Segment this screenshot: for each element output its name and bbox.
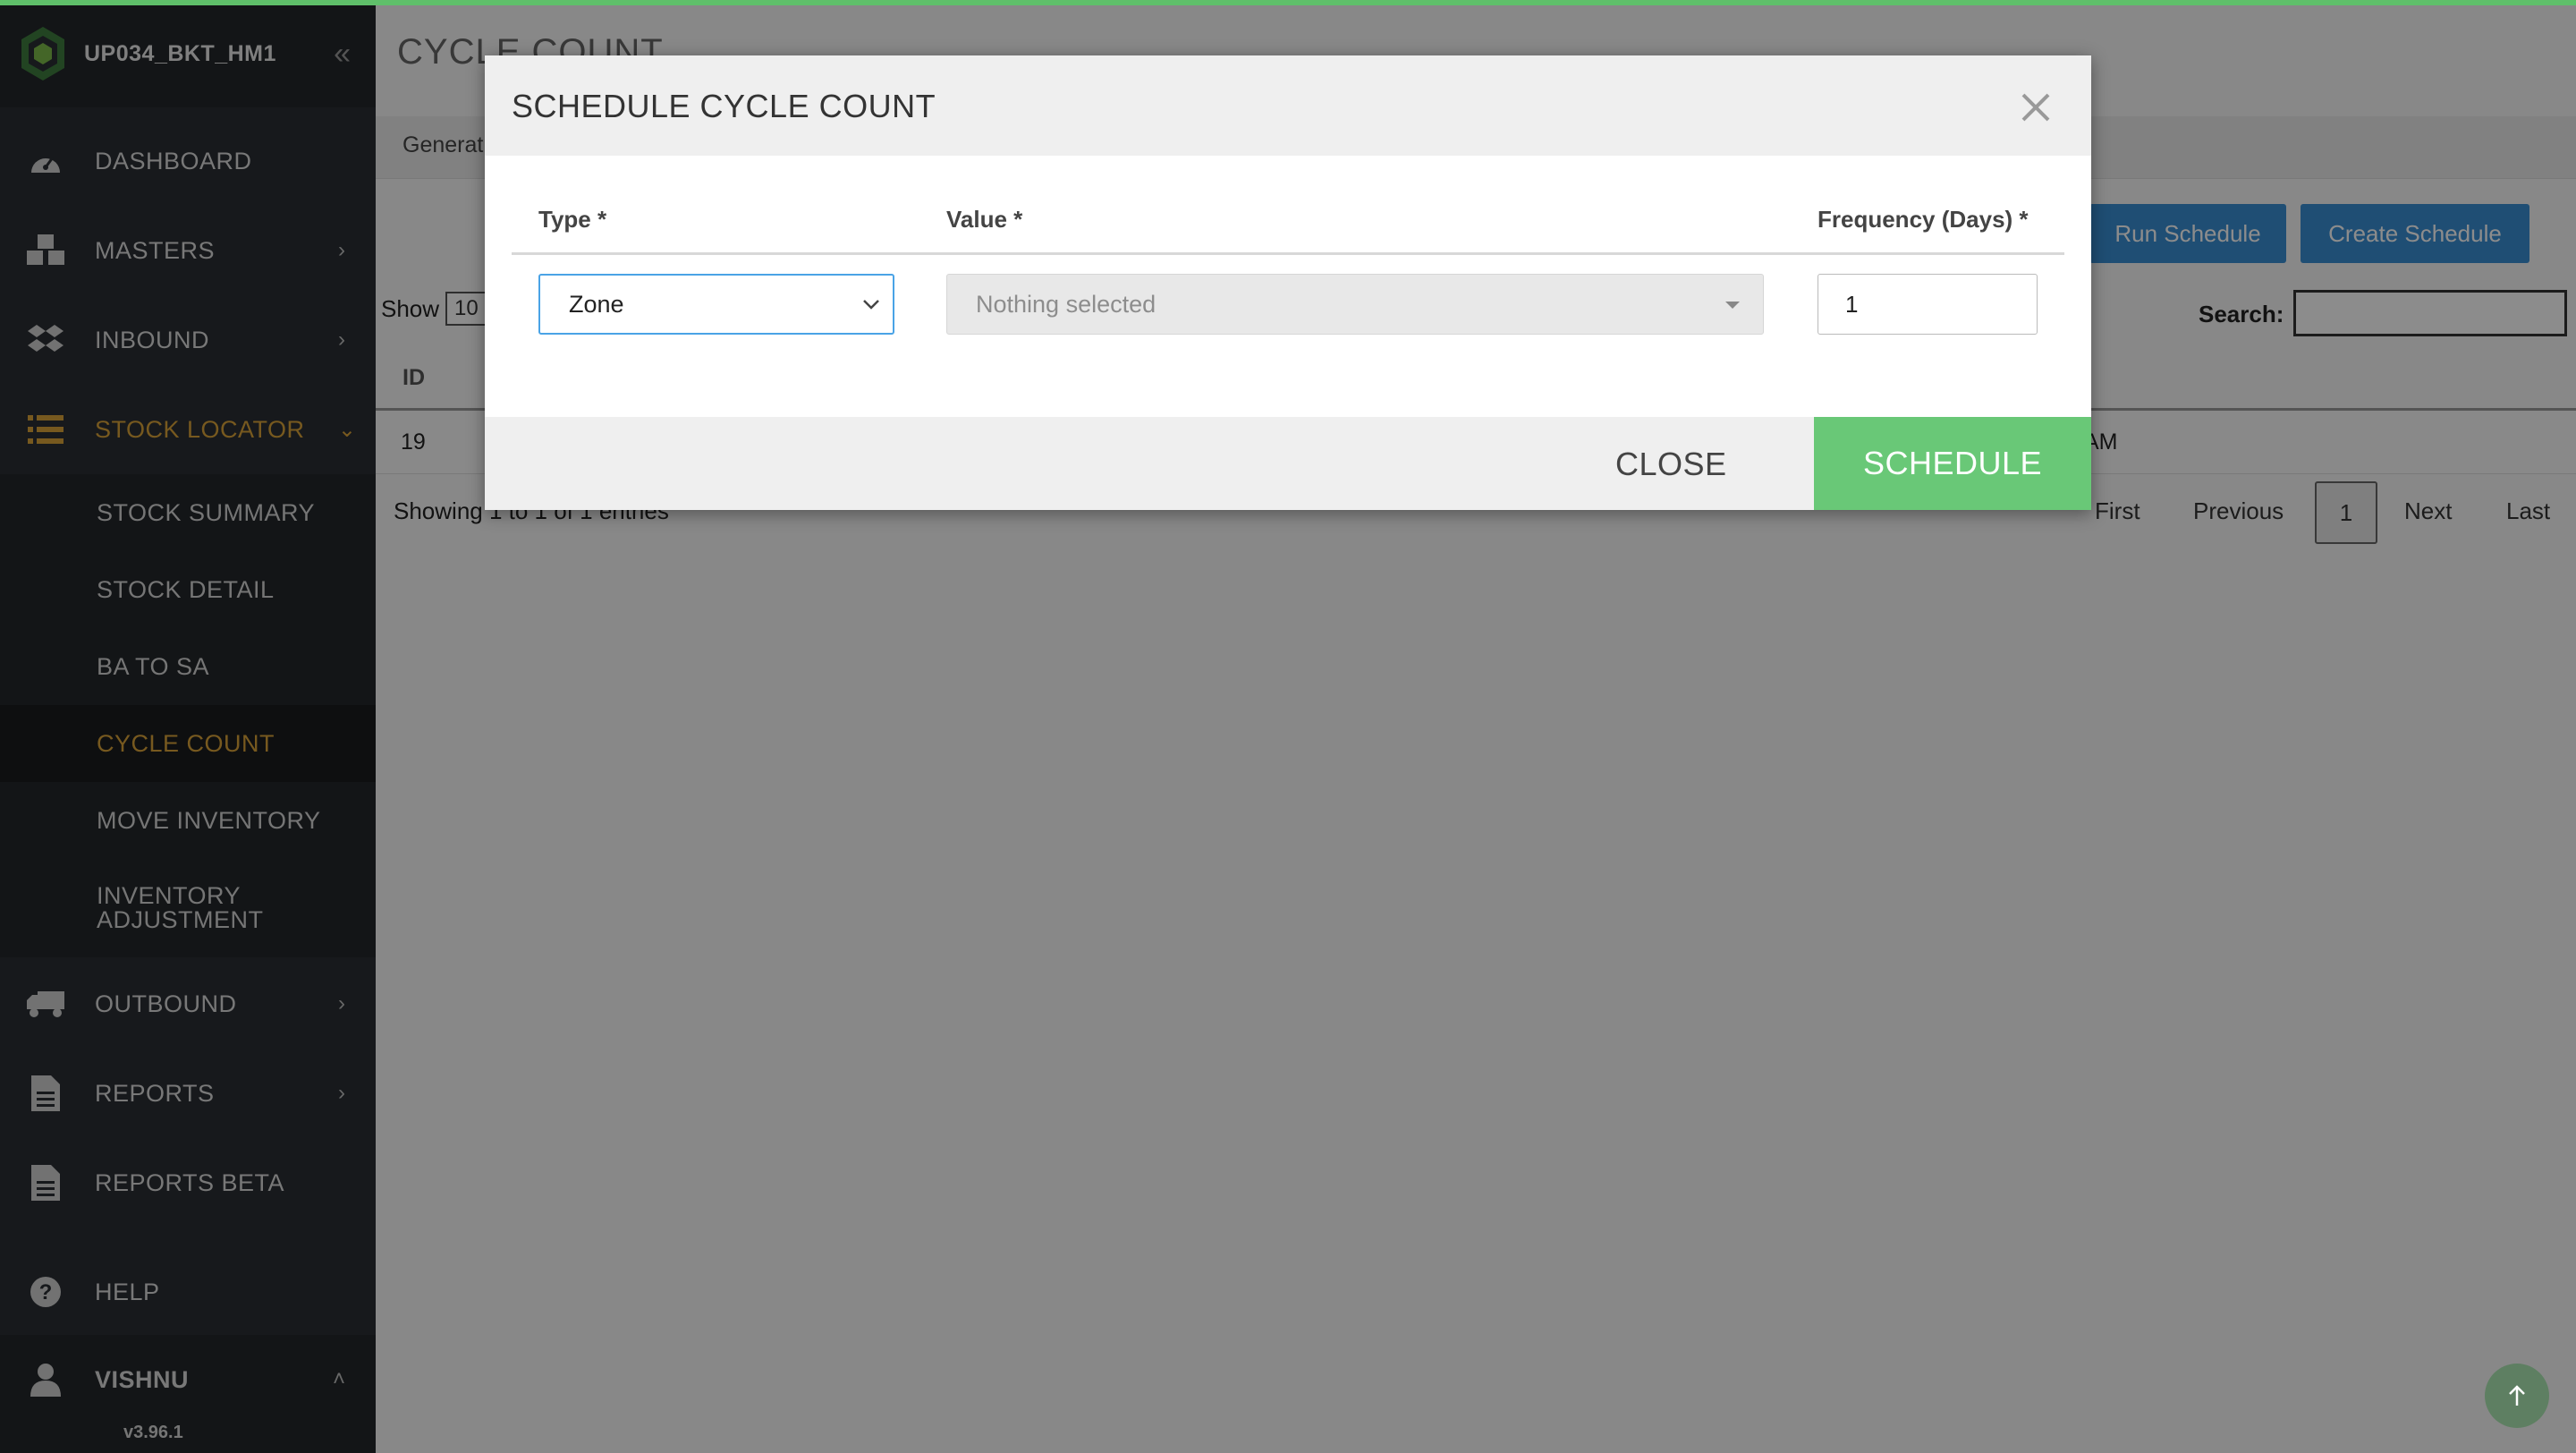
chevron-down-icon <box>863 300 879 310</box>
modal-title: SCHEDULE CYCLE COUNT <box>512 88 936 124</box>
frequency-input[interactable]: 1 <box>1818 274 2038 335</box>
value-label: Value * <box>946 206 1023 233</box>
modal-header-divider <box>512 252 2064 255</box>
schedule-button[interactable]: SCHEDULE <box>1814 417 2091 510</box>
type-select-value: Zone <box>569 290 624 318</box>
dropdown-caret-icon <box>1725 302 1740 309</box>
arrow-up-icon <box>2509 1385 2525 1406</box>
frequency-label: Frequency (Days) * <box>1818 206 2029 233</box>
back-to-top-button[interactable] <box>2485 1364 2549 1428</box>
close-icon[interactable] <box>2018 89 2054 125</box>
value-select-placeholder: Nothing selected <box>976 290 1157 318</box>
schedule-cycle-count-modal: SCHEDULE CYCLE COUNT Type * Value * Freq… <box>485 55 2091 510</box>
value-select[interactable]: Nothing selected <box>946 274 1764 335</box>
type-label: Type * <box>538 206 607 233</box>
close-button[interactable]: CLOSE <box>1615 446 1727 483</box>
type-select[interactable]: Zone <box>538 274 894 335</box>
